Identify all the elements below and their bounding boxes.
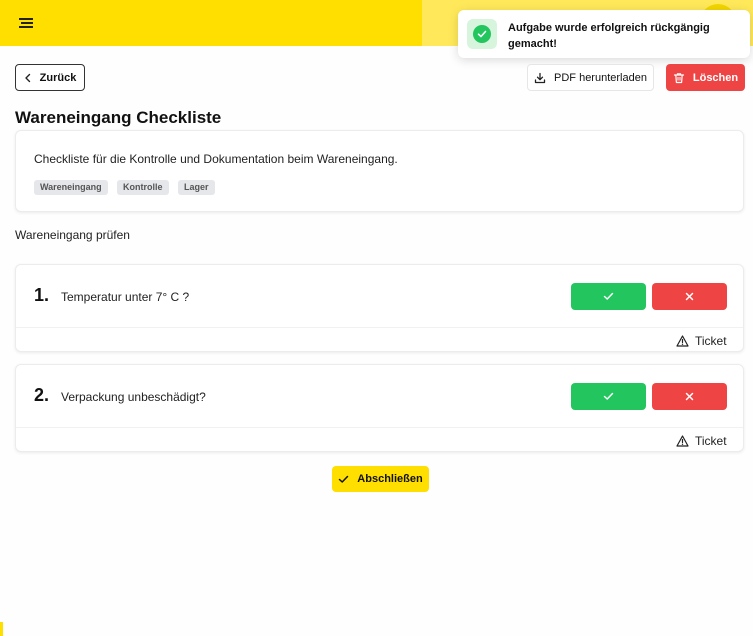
pdf-download-button[interactable]: PDF herunterladen: [527, 64, 654, 91]
check-icon: [603, 292, 614, 300]
corner-indicator: [0, 622, 3, 636]
toast-icon-background: [467, 19, 497, 49]
question-text: Temperatur unter 7° C ?: [61, 290, 190, 304]
answer-no-button[interactable]: [652, 283, 727, 310]
check-icon: [339, 475, 349, 483]
finish-button-label: Abschließen: [357, 473, 423, 485]
success-toast: Aufgabe wurde erfolgreich rückgängig gem…: [458, 10, 750, 58]
delete-button-label: Löschen: [692, 71, 739, 84]
page-title: Wareneingang Checkliste: [15, 108, 222, 127]
question-number: 1.: [34, 285, 50, 305]
question-card: 2. Verpackung unbeschädigt? Ticket: [15, 364, 744, 452]
tag: Lager: [178, 180, 215, 195]
check-circle-icon: [473, 25, 491, 43]
question-number: 2.: [34, 385, 50, 405]
answer-yes-button[interactable]: [571, 383, 646, 410]
ticket-label: Ticket: [695, 434, 727, 448]
section-title: Wareneingang prüfen: [15, 228, 130, 242]
trash-icon: [673, 72, 684, 83]
close-icon: [685, 292, 694, 301]
delete-button[interactable]: Löschen: [666, 64, 745, 91]
download-icon: [534, 72, 546, 83]
description-text: Checkliste für die Kontrolle und Dokumen…: [34, 152, 398, 166]
chevron-left-icon: [24, 73, 30, 82]
tag: Kontrolle: [117, 180, 169, 195]
question-card: 1. Temperatur unter 7° C ? Ticket: [15, 264, 744, 352]
pdf-button-label: PDF herunterladen: [554, 71, 647, 84]
divider: [16, 327, 743, 328]
hamburger-menu-icon[interactable]: [15, 12, 37, 34]
ticket-label: Ticket: [695, 334, 727, 348]
ticket-button[interactable]: Ticket: [676, 333, 727, 349]
warning-triangle-icon: [676, 435, 689, 447]
warning-triangle-icon: [676, 335, 689, 347]
ticket-button[interactable]: Ticket: [676, 433, 727, 449]
finish-button[interactable]: Abschließen: [332, 466, 429, 492]
divider: [16, 427, 743, 428]
tag: Wareneingang: [34, 180, 108, 195]
check-icon: [603, 392, 614, 400]
question-text: Verpackung unbeschädigt?: [61, 390, 206, 404]
back-button[interactable]: Zurück: [15, 64, 85, 91]
description-card: Checkliste für die Kontrolle und Dokumen…: [15, 130, 744, 212]
answer-no-button[interactable]: [652, 383, 727, 410]
close-icon: [685, 392, 694, 401]
toast-message: Aufgabe wurde erfolgreich rückgängig gem…: [508, 22, 710, 50]
answer-yes-button[interactable]: [571, 283, 646, 310]
back-button-label: Zurück: [39, 71, 77, 84]
